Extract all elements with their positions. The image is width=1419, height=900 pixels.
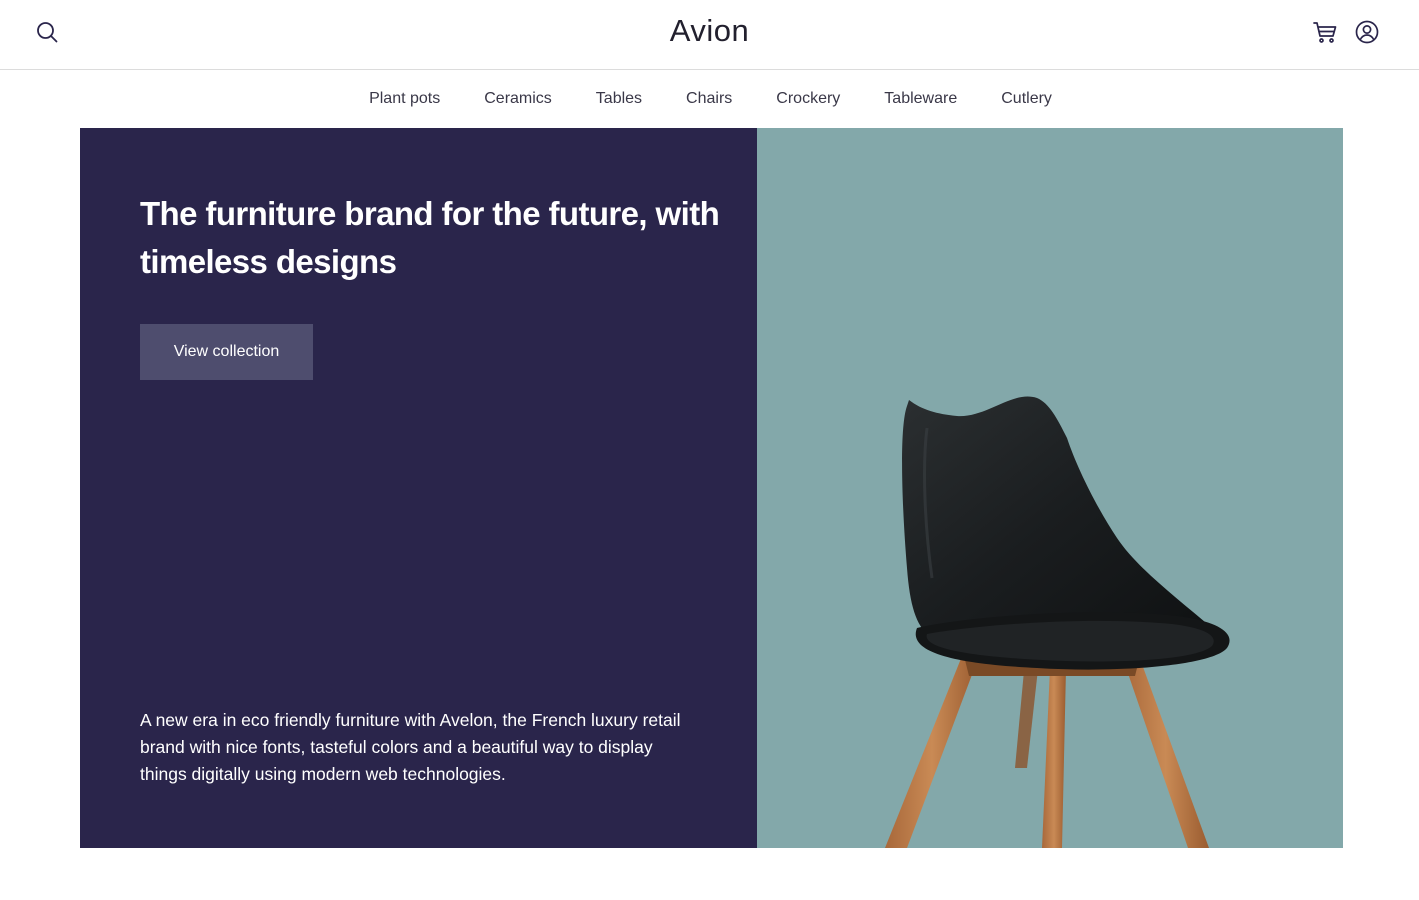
nav-item-tableware[interactable]: Tableware	[884, 90, 957, 108]
hero-image-panel	[757, 128, 1343, 848]
hero-title: The furniture brand for the future, with…	[140, 195, 720, 280]
hero-text-panel: The furniture brand for the future, with…	[80, 128, 757, 848]
cart-icon[interactable]	[1312, 19, 1338, 45]
nav-item-chairs[interactable]: Chairs	[686, 90, 732, 108]
nav-item-crockery[interactable]: Crockery	[776, 90, 840, 108]
category-nav: Plant pots Ceramics Tables Chairs Crocke…	[0, 70, 1419, 128]
view-collection-button[interactable]: View collection	[140, 324, 313, 380]
logo[interactable]: Avion	[0, 13, 1419, 49]
nav-item-cutlery[interactable]: Cutlery	[1001, 90, 1052, 108]
user-icon[interactable]	[1354, 19, 1380, 45]
black-chair-image	[885, 396, 1230, 848]
nav-item-tables[interactable]: Tables	[596, 90, 642, 108]
nav-item-plant-pots[interactable]: Plant pots	[369, 90, 440, 108]
hero-description: A new era in eco friendly furniture with…	[140, 710, 681, 784]
hero-section: The furniture brand for the future, with…	[80, 128, 1343, 848]
nav-item-ceramics[interactable]: Ceramics	[484, 90, 552, 108]
site-header: Avion	[0, 0, 1419, 70]
